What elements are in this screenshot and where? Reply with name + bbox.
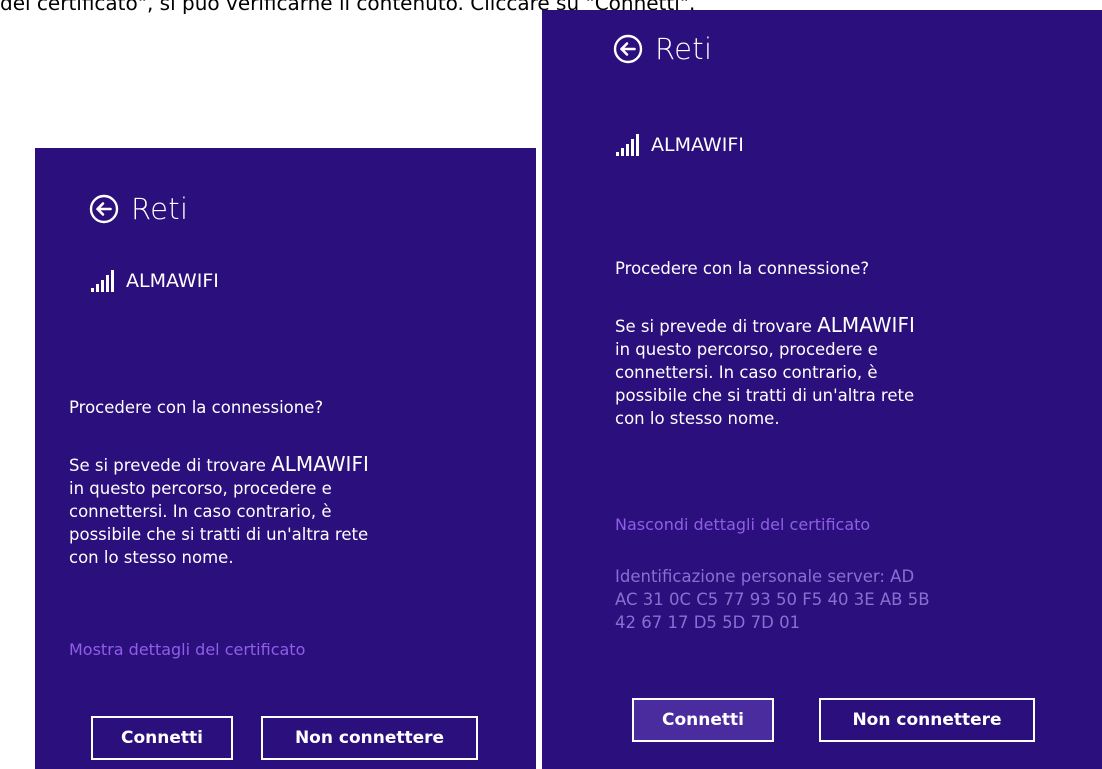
explanation-text: Se si prevede di trovare [615, 317, 818, 336]
connect-explanation: Se si prevede di trovare ALMAWIFI in que… [69, 453, 509, 569]
fingerprint-line: 42 67 17 D5 5D 7D 01 [615, 613, 801, 632]
network-entry: ALMAWIFI [616, 134, 744, 156]
dont-connect-button[interactable]: Non connettere [261, 716, 478, 760]
connect-question: Procedere con la connessione? [615, 259, 870, 278]
page-title: Reti [131, 192, 189, 226]
wifi-signal-bars-icon [91, 270, 114, 292]
explanation-line: in questo percorso, procedere e [69, 479, 332, 498]
connect-question: Procedere con la connessione? [69, 398, 324, 417]
network-flyout-collapsed: Reti ALMAWIFI Procedere con la connessio… [35, 148, 536, 769]
explanation-line: connettersi. In caso contrario, è [615, 363, 878, 382]
fingerprint-line: AC 31 0C C5 77 93 50 F5 40 3E AB 5B [615, 590, 930, 609]
connect-button[interactable]: Connetti [91, 716, 233, 760]
explanation-ssid: ALMAWIFI [271, 452, 369, 476]
wifi-signal-bars-icon [616, 134, 639, 156]
hide-certificate-link[interactable]: Nascondi dettagli del certificato [615, 515, 870, 534]
explanation-text: Se si prevede di trovare [69, 456, 272, 475]
connect-button[interactable]: Connetti [632, 698, 774, 742]
explanation-line: con lo stesso nome. [615, 409, 780, 428]
dont-connect-button[interactable]: Non connettere [819, 698, 1035, 742]
back-arrow-circle-icon[interactable] [613, 34, 643, 64]
flyout-header: Reti [89, 192, 188, 226]
explanation-line: connettersi. In caso contrario, è [69, 502, 332, 521]
connect-explanation: Se si prevede di trovare ALMAWIFI in que… [615, 314, 1075, 430]
explanation-line: con lo stesso nome. [69, 548, 234, 567]
network-entry: ALMAWIFI [91, 270, 219, 292]
page-title: Reti [655, 32, 713, 66]
flyout-header: Reti [613, 32, 712, 66]
explanation-line: possibile che si tratti di un'altra rete [69, 525, 369, 544]
show-certificate-link[interactable]: Mostra dettagli del certificato [69, 640, 305, 659]
network-flyout-expanded: Reti ALMAWIFI Procedere con la connessio… [542, 10, 1102, 769]
network-ssid: ALMAWIFI [126, 270, 219, 292]
certificate-fingerprint: Identificazione personale server: AD AC … [615, 565, 1085, 634]
network-ssid: ALMAWIFI [651, 134, 744, 156]
explanation-ssid: ALMAWIFI [817, 313, 915, 337]
fingerprint-line: Identificazione personale server: AD [615, 567, 915, 586]
explanation-line: possibile che si tratti di un'altra rete [615, 386, 915, 405]
back-arrow-circle-icon[interactable] [89, 194, 119, 224]
explanation-line: in questo percorso, procedere e [615, 340, 878, 359]
